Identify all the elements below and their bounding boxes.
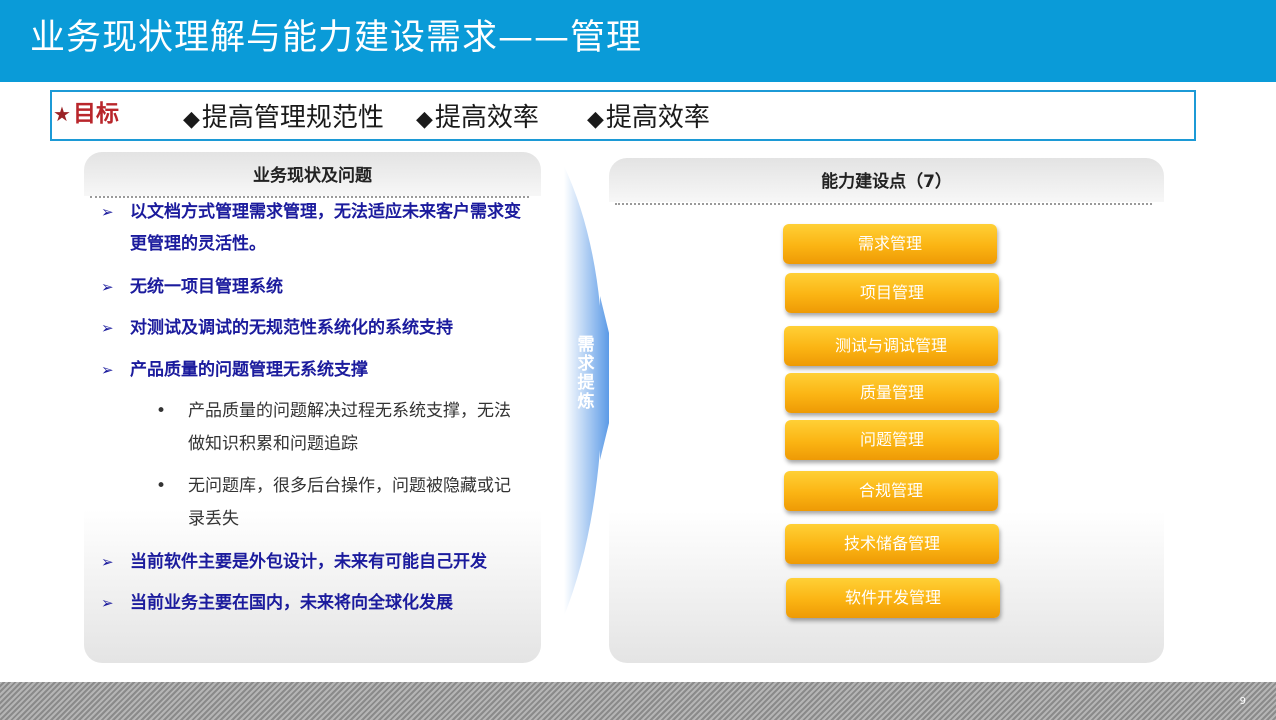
list-item: ➢ 无统一项目管理系统 (101, 271, 531, 303)
panel-title: 业务现状及问题 (253, 166, 372, 186)
goal-label: 目标 (73, 101, 119, 127)
arrow-label: 需求提炼 (577, 335, 595, 412)
star-icon: ★ (53, 102, 71, 126)
goal-item: ◆提高效率 (587, 103, 710, 133)
goal-box: ★ 目标 ◆提高管理规范性 ◆提高效率 ◆提高效率 (50, 90, 1196, 141)
list-item: ➢ 以文档方式管理需求管理，无法适应未来客户需求变更管理的灵活性。 (101, 196, 531, 260)
panel-header: 能力建设点（7） (609, 158, 1164, 202)
capability-button[interactable]: 质量管理 (785, 373, 999, 413)
capability-button[interactable]: 测试与调试管理 (784, 326, 998, 366)
arrow-bullet-icon: ➢ (101, 278, 114, 296)
goal-item: ◆提高管理规范性 (183, 103, 384, 133)
list-item: ➢ 对测试及调试的无规范性系统化的系统支持 (101, 312, 531, 344)
list-item: ➢ 当前业务主要在国内，未来将向全球化发展 (101, 587, 531, 619)
dot-bullet-icon: • (156, 476, 167, 496)
diamond-icon: ◆ (416, 107, 433, 132)
panel-title: 能力建设点（7） (821, 172, 952, 192)
list-item: ➢ 产品质量的问题管理无系统支撑 (101, 354, 531, 386)
capability-button[interactable]: 项目管理 (785, 273, 999, 313)
divider (615, 203, 1152, 205)
arrow-bullet-icon: ➢ (101, 319, 114, 337)
dot-bullet-icon: • (156, 401, 167, 421)
arrow-bullet-icon: ➢ (101, 361, 114, 379)
sub-list-item: • 无问题库，很多后台操作，问题被隐藏或记录丢失 (156, 470, 526, 536)
page-number: 9 (1239, 696, 1246, 707)
footer-bar: 9 (0, 682, 1276, 720)
panel-header: 业务现状及问题 (84, 152, 541, 196)
capability-button[interactable]: 问题管理 (785, 420, 999, 460)
capability-button[interactable]: 软件开发管理 (786, 578, 1000, 618)
arrow-bullet-icon: ➢ (101, 594, 114, 612)
title-bar: 业务现状理解与能力建设需求——管理 (0, 0, 1276, 82)
capability-button[interactable]: 需求管理 (783, 224, 997, 264)
capability-button[interactable]: 技术储备管理 (785, 524, 999, 564)
list-item: ➢ 当前软件主要是外包设计，未来有可能自己开发 (101, 546, 531, 578)
goal-item: ◆提高效率 (416, 103, 539, 133)
diamond-icon: ◆ (587, 107, 604, 132)
page-title: 业务现状理解与能力建设需求——管理 (30, 18, 643, 58)
capability-button[interactable]: 合规管理 (784, 471, 998, 511)
diamond-icon: ◆ (183, 107, 200, 132)
sub-list-item: • 产品质量的问题解决过程无系统支撑，无法做知识积累和问题追踪 (156, 395, 526, 461)
arrow-bullet-icon: ➢ (101, 203, 114, 221)
arrow-bullet-icon: ➢ (101, 553, 114, 571)
